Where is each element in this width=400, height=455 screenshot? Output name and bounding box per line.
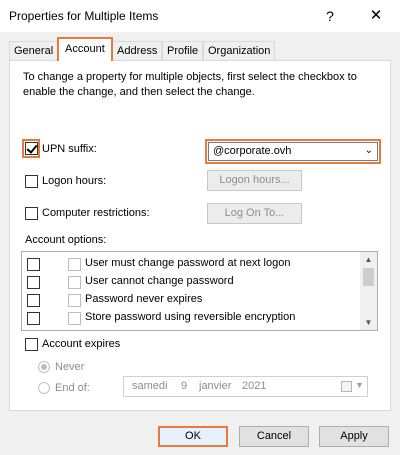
upn-suffix-value: @corporate.ovh xyxy=(213,145,292,157)
enable-change-checkbox[interactable] xyxy=(27,312,40,325)
upn-suffix-checkbox[interactable] xyxy=(25,142,38,155)
upn-suffix-dropdown[interactable]: @corporate.ovh ⌄ xyxy=(208,142,378,161)
list-item[interactable]: User must change password at next logon xyxy=(22,255,362,273)
account-expires-label: Account expires xyxy=(42,338,121,350)
list-item[interactable]: User cannot change password xyxy=(22,273,362,291)
option-label: User must change password at next logon xyxy=(85,257,291,269)
option-checkbox[interactable] xyxy=(68,258,81,271)
end-of-radio[interactable] xyxy=(38,382,50,394)
option-label: User cannot change password xyxy=(85,275,234,287)
account-expires-checkbox[interactable] xyxy=(25,338,38,351)
option-label: Store password using reversible encrypti… xyxy=(85,311,296,323)
account-options-label: Account options: xyxy=(25,234,107,246)
ok-button[interactable]: OK xyxy=(158,426,228,447)
logon-hours-button[interactable]: Logon hours... xyxy=(207,170,302,191)
list-item[interactable]: Store password using reversible encrypti… xyxy=(22,309,362,327)
chevron-down-icon[interactable]: ▼ xyxy=(355,380,364,390)
cancel-button[interactable]: Cancel xyxy=(239,426,309,447)
option-checkbox[interactable] xyxy=(68,276,81,289)
enable-change-checkbox[interactable] xyxy=(27,258,40,271)
option-label: Password never expires xyxy=(85,293,203,305)
date-day: 9 xyxy=(181,380,188,392)
title-bar: Properties for Multiple Items ? ✕ xyxy=(0,0,400,32)
enable-change-checkbox[interactable] xyxy=(27,276,40,289)
option-checkbox[interactable] xyxy=(68,312,81,325)
tab-account[interactable]: Account xyxy=(57,37,113,61)
apply-button[interactable]: Apply xyxy=(319,426,389,447)
enable-change-checkbox[interactable] xyxy=(27,294,40,307)
date-weekday: samedi xyxy=(132,380,168,392)
list-item[interactable]: Password never expires xyxy=(22,291,362,309)
tab-profile[interactable]: Profile xyxy=(162,41,204,61)
computer-restrictions-checkbox[interactable] xyxy=(25,207,38,220)
tab-organization[interactable]: Organization xyxy=(203,41,276,61)
computer-restrictions-label: Computer restrictions: xyxy=(42,207,150,219)
tab-general[interactable]: General xyxy=(9,41,59,61)
scroll-thumb[interactable] xyxy=(363,268,374,286)
help-button[interactable]: ? xyxy=(318,4,342,28)
date-year: 2021 xyxy=(242,380,267,392)
log-on-to-button[interactable]: Log On To... xyxy=(207,203,302,224)
tab-address[interactable]: Address xyxy=(112,41,163,61)
window-title: Properties for Multiple Items xyxy=(9,9,159,23)
option-checkbox[interactable] xyxy=(68,294,81,307)
list-scrollbar[interactable]: ▲ ▼ xyxy=(360,252,377,330)
upn-suffix-label: UPN suffix: xyxy=(42,143,97,155)
date-month: janvier xyxy=(199,380,232,392)
intro-text: To change a property for multiple object… xyxy=(23,71,357,98)
expiry-date-picker[interactable]: samedi 9 janvier 2021 ▼ xyxy=(123,376,368,397)
calendar-icon[interactable] xyxy=(341,381,352,392)
scroll-up-icon[interactable]: ▲ xyxy=(360,252,377,267)
scroll-down-icon[interactable]: ▼ xyxy=(360,315,377,330)
close-button[interactable]: ✕ xyxy=(362,4,390,28)
never-radio[interactable] xyxy=(38,361,50,373)
logon-hours-label: Logon hours: xyxy=(42,175,107,187)
never-label: Never xyxy=(55,361,85,373)
logon-hours-checkbox[interactable] xyxy=(25,175,38,188)
end-of-label: End of: xyxy=(55,382,90,394)
chevron-down-icon: ⌄ xyxy=(364,145,373,156)
account-options-list[interactable]: User must change password at next logon … xyxy=(21,251,378,331)
